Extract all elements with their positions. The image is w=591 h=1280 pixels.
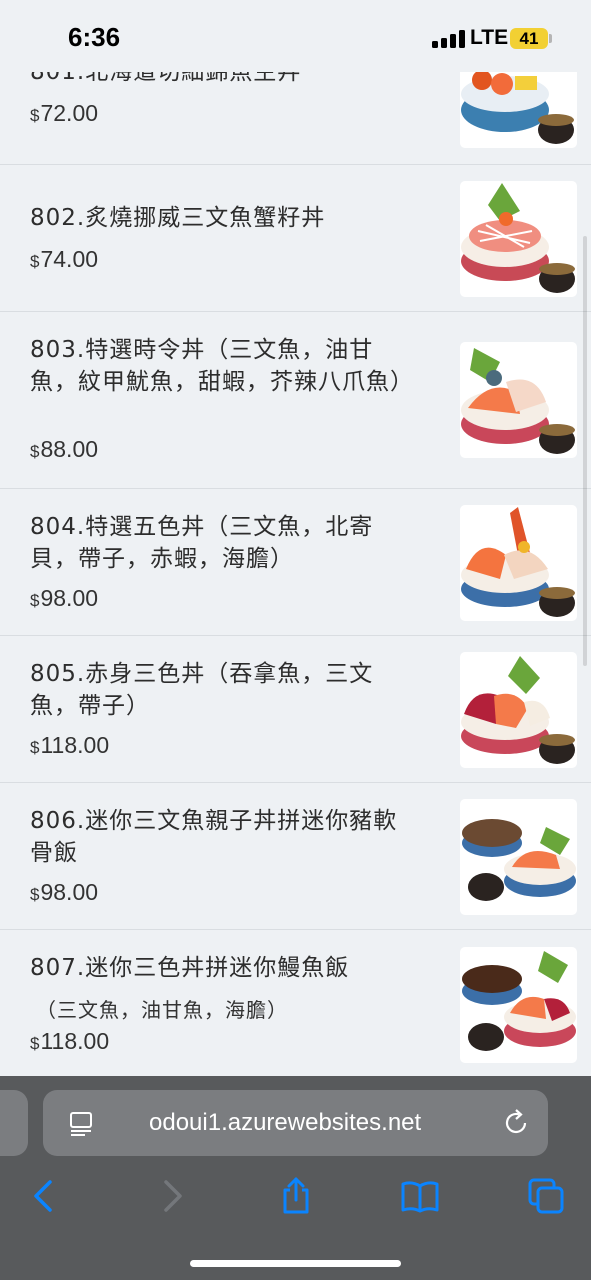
battery-level: 41 bbox=[519, 29, 539, 48]
currency-symbol: $ bbox=[30, 885, 40, 904]
price-value: 88.00 bbox=[40, 436, 99, 462]
donburi-photo bbox=[461, 656, 575, 764]
previous-tab-peek[interactable] bbox=[0, 1090, 28, 1156]
item-price: $98.00 bbox=[30, 585, 98, 612]
menu-list: 801.北海道切細錦魚生丼 $72.00 802.炙燒挪威三文魚蟹籽丼 $74.… bbox=[0, 18, 591, 1090]
menu-item-803[interactable]: 803.特選時令丼（三文魚，油甘魚，紋甲魷魚，甜蝦，芥辣八爪魚） $88.00 bbox=[0, 312, 591, 489]
item-photo[interactable] bbox=[460, 342, 577, 458]
donburi-photo bbox=[462, 819, 576, 901]
reader-mode-icon[interactable] bbox=[67, 1110, 95, 1138]
menu-item-802[interactable]: 802.炙燒挪威三文魚蟹籽丼 $74.00 bbox=[0, 165, 591, 312]
item-subtitle: （三文魚，油甘魚，海膽） bbox=[36, 998, 288, 1022]
item-photo[interactable] bbox=[460, 799, 577, 915]
price-value: 74.00 bbox=[40, 246, 99, 272]
home-indicator[interactable] bbox=[190, 1260, 401, 1267]
item-price: $118.00 bbox=[30, 1028, 109, 1055]
item-name: 802.炙燒挪威三文魚蟹籽丼 bbox=[30, 205, 326, 231]
currency-symbol: $ bbox=[30, 591, 40, 610]
status-bar: 6:36 LTE 41 bbox=[0, 0, 591, 72]
donburi-photo bbox=[461, 183, 575, 293]
currency-symbol: $ bbox=[30, 106, 40, 125]
price-value: 98.00 bbox=[40, 585, 99, 611]
forward-chevron-icon[interactable] bbox=[152, 1176, 192, 1216]
item-name: 807.迷你三色丼拼迷你鰻魚飯 bbox=[30, 955, 350, 981]
battery-cap bbox=[549, 34, 552, 43]
menu-item-805[interactable]: 805.赤身三色丼（吞拿魚，三文魚，帶子） $118.00 bbox=[0, 636, 591, 783]
item-price: $72.00 bbox=[30, 100, 98, 127]
scroll-indicator[interactable] bbox=[583, 236, 587, 666]
currency-symbol: $ bbox=[30, 252, 40, 271]
status-time: 6:36 bbox=[68, 22, 121, 52]
price-value: 98.00 bbox=[40, 879, 99, 905]
donburi-photo bbox=[462, 951, 576, 1051]
browser-toolbar: odoui1.azurewebsites.net bbox=[0, 1076, 591, 1280]
back-chevron-icon[interactable] bbox=[24, 1176, 64, 1216]
item-photo[interactable] bbox=[460, 181, 577, 297]
donburi-photo bbox=[461, 348, 575, 454]
price-value: 72.00 bbox=[40, 100, 99, 126]
menu-item-807[interactable]: 807.迷你三色丼拼迷你鰻魚飯 （三文魚，油甘魚，海膽） $118.00 bbox=[0, 930, 591, 1090]
menu-item-806[interactable]: 806.迷你三文魚親子丼拼迷你豬軟骨飯 $98.00 bbox=[0, 783, 591, 930]
tabs-icon[interactable] bbox=[526, 1176, 566, 1216]
item-photo[interactable] bbox=[460, 505, 577, 621]
network-type: LTE bbox=[470, 26, 509, 49]
item-photo[interactable] bbox=[460, 652, 577, 768]
battery-icon: 41 bbox=[510, 28, 548, 49]
item-photo[interactable] bbox=[460, 947, 577, 1063]
item-price: $98.00 bbox=[30, 879, 98, 906]
item-name: 804.特選五色丼（三文魚，北寄貝，帶子，赤蝦，海膽） bbox=[30, 514, 374, 572]
price-value: 118.00 bbox=[40, 1028, 110, 1054]
share-icon[interactable] bbox=[276, 1176, 316, 1216]
url-text[interactable]: odoui1.azurewebsites.net bbox=[149, 1109, 421, 1137]
currency-symbol: $ bbox=[30, 442, 40, 461]
cellular-signal-icon bbox=[432, 30, 465, 48]
item-name: 803.特選時令丼（三文魚，油甘魚，紋甲魷魚，甜蝦，芥辣八爪魚） bbox=[30, 337, 414, 395]
reload-icon[interactable] bbox=[501, 1108, 531, 1138]
donburi-photo bbox=[461, 507, 575, 617]
item-name: 806.迷你三文魚親子丼拼迷你豬軟骨飯 bbox=[30, 808, 398, 866]
currency-symbol: $ bbox=[30, 738, 40, 757]
item-price: $118.00 bbox=[30, 732, 109, 759]
item-price: $88.00 bbox=[30, 436, 98, 463]
item-name: 805.赤身三色丼（吞拿魚，三文魚，帶子） bbox=[30, 661, 374, 719]
currency-symbol: $ bbox=[30, 1034, 40, 1053]
menu-item-804[interactable]: 804.特選五色丼（三文魚，北寄貝，帶子，赤蝦，海膽） $98.00 bbox=[0, 489, 591, 636]
bookmarks-icon[interactable] bbox=[400, 1176, 440, 1216]
item-price: $74.00 bbox=[30, 246, 98, 273]
address-bar[interactable]: odoui1.azurewebsites.net bbox=[43, 1090, 548, 1156]
price-value: 118.00 bbox=[40, 732, 110, 758]
